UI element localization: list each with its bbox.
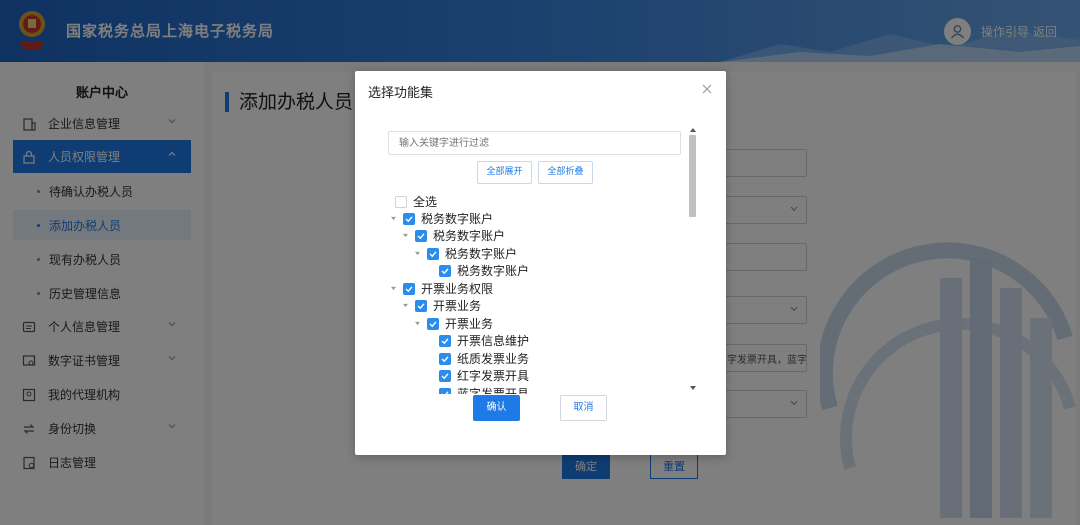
function-tree: 全选 税务数字账户 税务数字账户 税务数字账户 税务数字账户 开票业务权限 开票… (391, 191, 691, 394)
checkbox-checked[interactable] (427, 247, 439, 260)
checkbox-checked[interactable] (439, 334, 451, 347)
tree-node[interactable]: 开票业务权限 (391, 280, 493, 297)
tree-node[interactable]: 红字发票开具 (439, 367, 529, 384)
dialog-confirm-button[interactable]: 确认 (473, 395, 520, 421)
tree-node-label: 开票业务 (445, 317, 494, 331)
tree-node-label: 税务数字账户 (445, 247, 518, 261)
tree-node[interactable]: 纸质发票业务 (439, 350, 529, 367)
tree-node[interactable]: 税务数字账户 (439, 262, 529, 279)
check-icon (441, 337, 449, 344)
checkbox-checked[interactable] (439, 264, 451, 277)
checkbox-checked[interactable] (439, 352, 451, 365)
select-function-set-dialog: 选择功能集 全部展开 全部折叠 全选 税务数字账户 税务数字账户 税务数字账户 (355, 71, 726, 455)
tree-node[interactable]: 开票业务 (403, 297, 481, 314)
caret-down-icon[interactable] (391, 216, 396, 221)
tree-node-label: 开票业务 (433, 299, 482, 313)
scroll-down-arrow-icon[interactable] (690, 386, 696, 390)
checkbox[interactable] (395, 195, 407, 208)
checkbox-checked[interactable] (415, 229, 427, 242)
tree-node-label: 开票信息维护 (457, 334, 530, 348)
checkbox-checked[interactable] (427, 317, 439, 330)
tree-node-label: 税务数字账户 (421, 212, 494, 226)
checkbox-checked[interactable] (439, 369, 451, 382)
tree-node[interactable]: 税务数字账户 (403, 227, 505, 244)
check-icon (405, 285, 413, 292)
tree-node-label: 全选 (413, 195, 438, 209)
check-icon (441, 267, 449, 274)
scroll-up-arrow-icon[interactable] (690, 128, 696, 132)
tree-node[interactable]: 税务数字账户 (415, 245, 517, 262)
checkbox-checked[interactable] (439, 387, 451, 394)
check-icon (417, 302, 425, 309)
check-icon (429, 320, 437, 327)
check-icon (429, 250, 437, 257)
checkbox-checked[interactable] (403, 282, 415, 295)
tree-node-label: 税务数字账户 (457, 264, 530, 278)
caret-down-icon[interactable] (415, 321, 420, 326)
tree-node[interactable]: 开票信息维护 (439, 332, 529, 349)
check-icon (441, 372, 449, 379)
collapse-all-button[interactable]: 全部折叠 (538, 161, 593, 184)
tree-node-label: 纸质发票业务 (457, 352, 530, 366)
checkbox-checked[interactable] (415, 299, 427, 312)
tree-node-label: 开票业务权限 (421, 282, 494, 296)
dialog-title: 选择功能集 (368, 86, 434, 101)
check-icon (417, 232, 425, 239)
caret-down-icon[interactable] (391, 286, 396, 291)
filter-input[interactable] (388, 131, 681, 155)
tree-node[interactable]: 税务数字账户 (391, 210, 493, 227)
tree-node-label: 红字发票开具 (457, 369, 530, 383)
dialog-cancel-button[interactable]: 取消 (560, 395, 607, 421)
tree-node-select-all[interactable]: 全选 (395, 193, 437, 210)
expand-all-button[interactable]: 全部展开 (477, 161, 532, 184)
close-icon[interactable] (701, 83, 713, 95)
check-icon (405, 215, 413, 222)
scrollbar-thumb[interactable] (689, 135, 696, 217)
tree-node-label: 税务数字账户 (433, 229, 506, 243)
tree-node[interactable]: 开票业务 (415, 315, 493, 332)
tree-node-label: 蓝字发票开具 (457, 387, 530, 394)
caret-down-icon[interactable] (403, 303, 408, 308)
checkbox-checked[interactable] (403, 212, 415, 225)
check-icon (441, 390, 449, 394)
tree-node[interactable]: 蓝字发票开具 (439, 385, 529, 394)
check-icon (441, 355, 449, 362)
caret-down-icon[interactable] (415, 251, 420, 256)
caret-down-icon[interactable] (403, 233, 408, 238)
